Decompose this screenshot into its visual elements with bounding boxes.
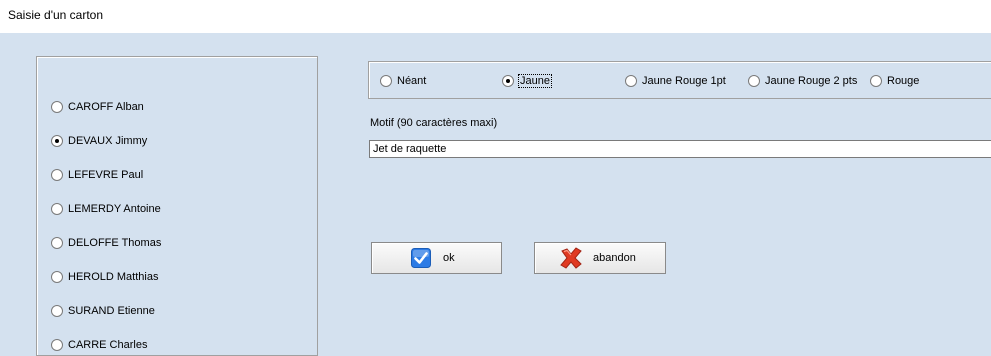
radio-button[interactable]: [51, 135, 63, 147]
player-option-2[interactable]: DEVAUX Jimmy: [51, 133, 147, 149]
window-title: Saisie d'un carton: [8, 8, 104, 22]
player-option-6[interactable]: HEROLD Matthias: [51, 269, 158, 285]
player-label: LEFEVRE Paul: [68, 169, 144, 181]
card-option-neant[interactable]: Néant: [380, 73, 426, 89]
ok-label: ok: [443, 252, 455, 264]
radio-button[interactable]: [502, 75, 514, 87]
dialog-client-area: CAROFF Alban DEVAUX Jimmy LEFEVRE Paul L…: [0, 33, 991, 356]
card-label: Néant: [397, 75, 427, 87]
card-label: Rouge: [887, 75, 920, 87]
card-option-jaune-rouge-2pts[interactable]: Jaune Rouge 2 pts: [748, 73, 857, 89]
card-label: Jaune: [518, 74, 552, 88]
player-label: CARRE Charles: [68, 339, 148, 351]
cancel-button[interactable]: abandon: [534, 242, 666, 274]
player-option-1[interactable]: CAROFF Alban: [51, 99, 144, 115]
player-option-8[interactable]: CARRE Charles: [51, 337, 147, 353]
radio-button[interactable]: [51, 101, 63, 113]
radio-button[interactable]: [51, 237, 63, 249]
radio-button[interactable]: [625, 75, 637, 87]
card-option-jaune-rouge-1pt[interactable]: Jaune Rouge 1pt: [625, 73, 726, 89]
card-label: Jaune Rouge 1pt: [642, 75, 726, 87]
player-label: DEVAUX Jimmy: [68, 135, 148, 147]
player-label: CAROFF Alban: [68, 101, 144, 113]
ok-button[interactable]: ok: [371, 242, 502, 274]
card-type-group: Néant Jaune Jaune Rouge 1pt Jaune Rouge …: [368, 61, 991, 99]
card-label: Jaune Rouge 2 pts: [765, 75, 858, 87]
motif-input[interactable]: Jet de raquette: [369, 140, 991, 158]
radio-button[interactable]: [51, 169, 63, 181]
player-label: LEMERDY Antoine: [68, 203, 161, 215]
radio-button[interactable]: [748, 75, 760, 87]
radio-button[interactable]: [51, 203, 63, 215]
player-group: CAROFF Alban DEVAUX Jimmy LEFEVRE Paul L…: [36, 56, 318, 356]
radio-button[interactable]: [51, 271, 63, 283]
player-option-7[interactable]: SURAND Etienne: [51, 303, 155, 319]
player-option-4[interactable]: LEMERDY Antoine: [51, 201, 161, 217]
radio-button[interactable]: [51, 305, 63, 317]
radio-button[interactable]: [870, 75, 882, 87]
player-label: DELOFFE Thomas: [68, 237, 162, 249]
player-option-5[interactable]: DELOFFE Thomas: [51, 235, 161, 251]
motif-label: Motif (90 caractères maxi): [370, 117, 498, 129]
card-option-jaune[interactable]: Jaune: [502, 73, 552, 89]
radio-button[interactable]: [51, 339, 63, 351]
player-label: HEROLD Matthias: [68, 271, 159, 283]
red-x-icon: [559, 247, 583, 269]
player-option-3[interactable]: LEFEVRE Paul: [51, 167, 143, 183]
radio-button[interactable]: [380, 75, 392, 87]
card-option-rouge[interactable]: Rouge: [870, 73, 919, 89]
player-label: SURAND Etienne: [68, 305, 155, 317]
checkmark-icon: [411, 248, 431, 268]
cancel-label: abandon: [593, 252, 636, 264]
